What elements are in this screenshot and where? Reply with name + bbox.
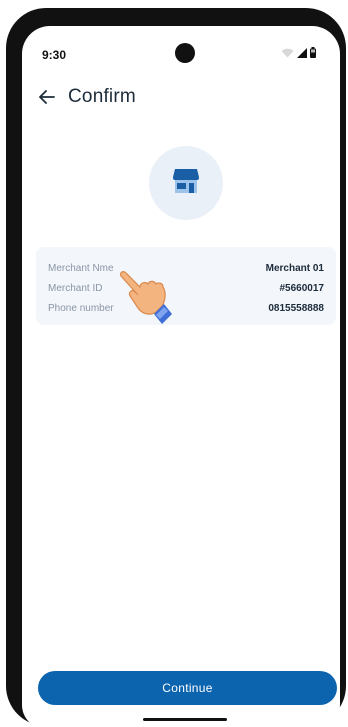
phone-screen: 9:30 Confirm Merchant Nme Merchant 01 Me… — [22, 26, 340, 727]
signal-icon — [297, 45, 307, 63]
info-value: Merchant 01 — [265, 262, 324, 274]
info-row-merchant-id: Merchant ID #5660017 — [48, 278, 324, 298]
info-row-merchant-name: Merchant Nme Merchant 01 — [48, 258, 324, 278]
store-icon — [171, 167, 201, 200]
info-label: Merchant Nme — [48, 262, 114, 274]
phone-frame: 9:30 Confirm Merchant Nme Merchant 01 Me… — [6, 8, 346, 727]
merchant-info-card: Merchant Nme Merchant 01 Merchant ID #56… — [36, 247, 336, 325]
merchant-avatar — [149, 146, 223, 220]
info-value: #5660017 — [279, 282, 325, 294]
arrow-left-icon — [39, 89, 55, 109]
hand-pointer-icon — [118, 270, 174, 326]
front-camera — [175, 43, 195, 63]
page-title: Confirm — [68, 86, 136, 107]
home-indicator[interactable] — [143, 718, 227, 721]
continue-button[interactable]: Continue — [38, 671, 337, 705]
back-button[interactable] — [32, 84, 62, 114]
wifi-icon — [281, 45, 294, 63]
info-row-phone-number: Phone number 0815558888 — [48, 298, 324, 318]
battery-icon — [310, 45, 316, 63]
app-bar: Confirm — [22, 82, 340, 122]
status-time: 9:30 — [42, 48, 67, 62]
info-value: 0815558888 — [268, 302, 324, 314]
status-bar: 9:30 — [22, 26, 340, 82]
status-icons — [281, 45, 316, 63]
info-label: Merchant ID — [48, 282, 103, 294]
info-label: Phone number — [48, 302, 114, 314]
